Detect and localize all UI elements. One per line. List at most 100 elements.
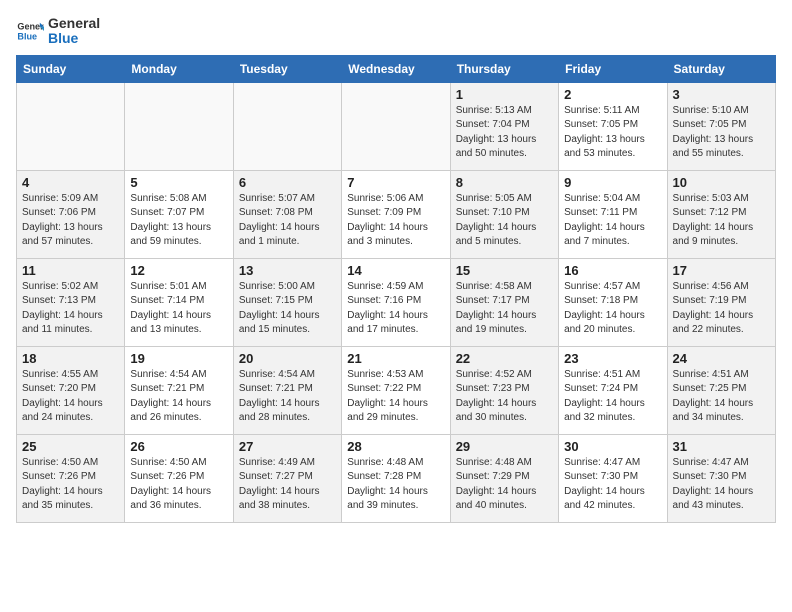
- header-thursday: Thursday: [450, 55, 558, 82]
- day-cell: 9 Sunrise: 5:04 AM Sunset: 7:11 PM Daylig…: [559, 170, 667, 258]
- day-cell: [342, 82, 450, 170]
- day-info: Sunrise: 4:47 AM Sunset: 7:30 PM Dayligh…: [564, 456, 661, 514]
- header-friday: Friday: [559, 55, 667, 82]
- day-info: Sunrise: 4:58 AM Sunset: 7:17 PM Dayligh…: [456, 280, 553, 338]
- day-cell: 10 Sunrise: 5:03 AM Sunset: 7:12 PM Dayli…: [667, 170, 775, 258]
- day-cell: [17, 82, 125, 170]
- day-number: 8: [456, 175, 553, 190]
- day-number: 28: [347, 439, 444, 454]
- day-number: 3: [673, 87, 770, 102]
- day-number: 2: [564, 87, 661, 102]
- day-info: Sunrise: 5:09 AM Sunset: 7:06 PM Dayligh…: [22, 192, 119, 250]
- day-cell: 17 Sunrise: 4:56 AM Sunset: 7:19 PM Dayli…: [667, 258, 775, 346]
- day-number: 11: [22, 263, 119, 278]
- day-info: Sunrise: 4:50 AM Sunset: 7:26 PM Dayligh…: [22, 456, 119, 514]
- day-info: Sunrise: 4:51 AM Sunset: 7:25 PM Dayligh…: [673, 368, 770, 426]
- header-monday: Monday: [125, 55, 233, 82]
- day-number: 20: [239, 351, 336, 366]
- header-wednesday: Wednesday: [342, 55, 450, 82]
- day-info: Sunrise: 4:51 AM Sunset: 7:24 PM Dayligh…: [564, 368, 661, 426]
- day-cell: 18 Sunrise: 4:55 AM Sunset: 7:20 PM Dayli…: [17, 346, 125, 434]
- day-cell: 26Sunrise: 4:50 AM Sunset: 7:26 PM Dayli…: [125, 434, 233, 522]
- day-info: Sunrise: 5:11 AM Sunset: 7:05 PM Dayligh…: [564, 104, 661, 162]
- day-info: Sunrise: 4:48 AM Sunset: 7:29 PM Dayligh…: [456, 456, 553, 514]
- day-info: Sunrise: 5:00 AM Sunset: 7:15 PM Dayligh…: [239, 280, 336, 338]
- day-cell: 29Sunrise: 4:48 AM Sunset: 7:29 PM Dayli…: [450, 434, 558, 522]
- day-cell: 15 Sunrise: 4:58 AM Sunset: 7:17 PM Dayli…: [450, 258, 558, 346]
- day-number: 30: [564, 439, 661, 454]
- logo-wordmark: General Blue: [48, 16, 100, 47]
- day-cell: 25Sunrise: 4:50 AM Sunset: 7:26 PM Dayli…: [17, 434, 125, 522]
- day-cell: 31Sunrise: 4:47 AM Sunset: 7:30 PM Dayli…: [667, 434, 775, 522]
- day-number: 10: [673, 175, 770, 190]
- logo: General Blue General Blue: [16, 16, 100, 47]
- day-info: Sunrise: 5:01 AM Sunset: 7:14 PM Dayligh…: [130, 280, 227, 338]
- week-row-1: 1 Sunrise: 5:13 AM Sunset: 7:04 PM Daylig…: [17, 82, 776, 170]
- day-number: 6: [239, 175, 336, 190]
- day-number: 31: [673, 439, 770, 454]
- day-info: Sunrise: 5:04 AM Sunset: 7:11 PM Dayligh…: [564, 192, 661, 250]
- day-cell: 1 Sunrise: 5:13 AM Sunset: 7:04 PM Daylig…: [450, 82, 558, 170]
- day-cell: [125, 82, 233, 170]
- day-number: 26: [130, 439, 227, 454]
- day-info: Sunrise: 5:08 AM Sunset: 7:07 PM Dayligh…: [130, 192, 227, 250]
- day-number: 9: [564, 175, 661, 190]
- day-number: 15: [456, 263, 553, 278]
- day-cell: 3Sunrise: 5:10 AM Sunset: 7:05 PM Daylig…: [667, 82, 775, 170]
- day-cell: 6 Sunrise: 5:07 AM Sunset: 7:08 PM Daylig…: [233, 170, 341, 258]
- day-number: 1: [456, 87, 553, 102]
- day-number: 18: [22, 351, 119, 366]
- day-cell: 16Sunrise: 4:57 AM Sunset: 7:18 PM Dayli…: [559, 258, 667, 346]
- svg-text:Blue: Blue: [17, 32, 37, 42]
- logo-icon: General Blue: [16, 17, 44, 45]
- day-number: 12: [130, 263, 227, 278]
- day-number: 21: [347, 351, 444, 366]
- day-number: 14: [347, 263, 444, 278]
- calendar-table: SundayMondayTuesdayWednesdayThursdayFrid…: [16, 55, 776, 523]
- day-cell: 8 Sunrise: 5:05 AM Sunset: 7:10 PM Daylig…: [450, 170, 558, 258]
- day-number: 27: [239, 439, 336, 454]
- day-cell: 11Sunrise: 5:02 AM Sunset: 7:13 PM Dayli…: [17, 258, 125, 346]
- day-cell: 13Sunrise: 5:00 AM Sunset: 7:15 PM Dayli…: [233, 258, 341, 346]
- day-cell: 2 Sunrise: 5:11 AM Sunset: 7:05 PM Daylig…: [559, 82, 667, 170]
- day-number: 24: [673, 351, 770, 366]
- day-cell: 30 Sunrise: 4:47 AM Sunset: 7:30 PM Dayli…: [559, 434, 667, 522]
- day-info: Sunrise: 4:57 AM Sunset: 7:18 PM Dayligh…: [564, 280, 661, 338]
- day-cell: [233, 82, 341, 170]
- day-cell: 7Sunrise: 5:06 AM Sunset: 7:09 PM Daylig…: [342, 170, 450, 258]
- day-info: Sunrise: 4:55 AM Sunset: 7:20 PM Dayligh…: [22, 368, 119, 426]
- day-number: 22: [456, 351, 553, 366]
- day-cell: 24 Sunrise: 4:51 AM Sunset: 7:25 PM Dayli…: [667, 346, 775, 434]
- day-info: Sunrise: 4:48 AM Sunset: 7:28 PM Dayligh…: [347, 456, 444, 514]
- logo-general: General: [48, 16, 100, 31]
- day-info: Sunrise: 5:05 AM Sunset: 7:10 PM Dayligh…: [456, 192, 553, 250]
- day-number: 4: [22, 175, 119, 190]
- header-row: SundayMondayTuesdayWednesdayThursdayFrid…: [17, 55, 776, 82]
- day-info: Sunrise: 4:52 AM Sunset: 7:23 PM Dayligh…: [456, 368, 553, 426]
- day-number: 23: [564, 351, 661, 366]
- day-cell: 4 Sunrise: 5:09 AM Sunset: 7:06 PM Daylig…: [17, 170, 125, 258]
- day-info: Sunrise: 4:49 AM Sunset: 7:27 PM Dayligh…: [239, 456, 336, 514]
- page-header: General Blue General Blue: [16, 16, 776, 47]
- day-info: Sunrise: 5:07 AM Sunset: 7:08 PM Dayligh…: [239, 192, 336, 250]
- day-info: Sunrise: 4:53 AM Sunset: 7:22 PM Dayligh…: [347, 368, 444, 426]
- day-number: 17: [673, 263, 770, 278]
- day-info: Sunrise: 4:56 AM Sunset: 7:19 PM Dayligh…: [673, 280, 770, 338]
- day-cell: 14Sunrise: 4:59 AM Sunset: 7:16 PM Dayli…: [342, 258, 450, 346]
- day-cell: 28 Sunrise: 4:48 AM Sunset: 7:28 PM Dayli…: [342, 434, 450, 522]
- header-sunday: Sunday: [17, 55, 125, 82]
- day-cell: 21 Sunrise: 4:53 AM Sunset: 7:22 PM Dayli…: [342, 346, 450, 434]
- day-cell: 23 Sunrise: 4:51 AM Sunset: 7:24 PM Dayli…: [559, 346, 667, 434]
- day-info: Sunrise: 4:54 AM Sunset: 7:21 PM Dayligh…: [130, 368, 227, 426]
- logo-blue: Blue: [48, 31, 100, 46]
- day-cell: 19Sunrise: 4:54 AM Sunset: 7:21 PM Dayli…: [125, 346, 233, 434]
- day-number: 5: [130, 175, 227, 190]
- week-row-3: 11Sunrise: 5:02 AM Sunset: 7:13 PM Dayli…: [17, 258, 776, 346]
- header-tuesday: Tuesday: [233, 55, 341, 82]
- day-cell: 20Sunrise: 4:54 AM Sunset: 7:21 PM Dayli…: [233, 346, 341, 434]
- week-row-2: 4 Sunrise: 5:09 AM Sunset: 7:06 PM Daylig…: [17, 170, 776, 258]
- day-info: Sunrise: 5:03 AM Sunset: 7:12 PM Dayligh…: [673, 192, 770, 250]
- day-info: Sunrise: 5:13 AM Sunset: 7:04 PM Dayligh…: [456, 104, 553, 162]
- week-row-4: 18 Sunrise: 4:55 AM Sunset: 7:20 PM Dayli…: [17, 346, 776, 434]
- header-saturday: Saturday: [667, 55, 775, 82]
